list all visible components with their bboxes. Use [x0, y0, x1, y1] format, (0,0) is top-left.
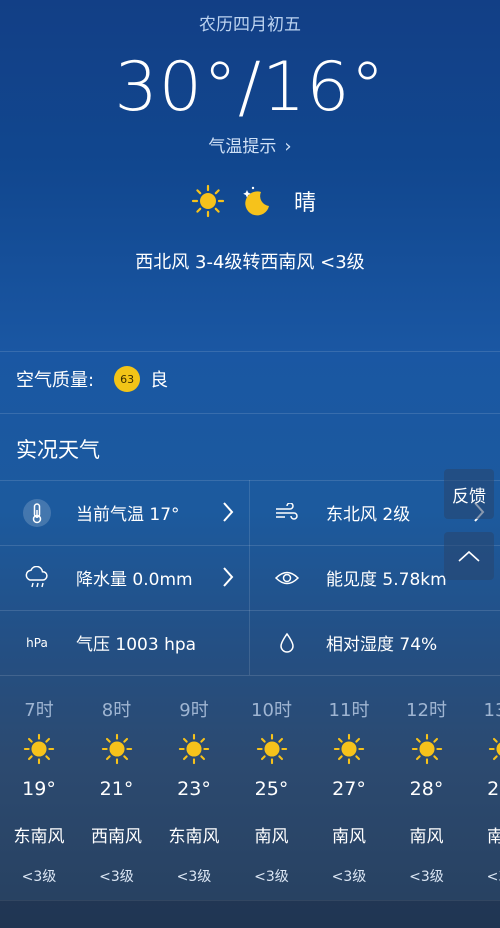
wind-icon	[272, 498, 302, 528]
hourly-item: 10时 25° 南风 <3级	[233, 690, 311, 890]
pressure-text: 气压 1003 hpa	[76, 635, 197, 655]
current-temp-text: 当前气温 17°	[76, 505, 180, 525]
eye-icon	[272, 563, 302, 593]
hour-label: 9时	[179, 700, 209, 721]
drop-icon	[272, 628, 302, 658]
hourly-item: 13时 29° 南风 <3级	[465, 690, 500, 890]
hour-wind-level: <3级	[486, 869, 500, 885]
feedback-button[interactable]: 反馈	[444, 469, 494, 519]
aqi-badge: 63	[114, 366, 141, 392]
thermometer-icon	[22, 498, 52, 528]
trend-chart-strip	[0, 900, 500, 928]
lunar-date: 农历四月初五	[199, 15, 301, 35]
hour-label: 10时	[251, 700, 292, 721]
current-temp-cell[interactable]: 当前气温 17°	[0, 480, 249, 545]
hour-wind-level: <3级	[176, 869, 212, 885]
hour-wind-direction: 南风	[254, 827, 289, 847]
visibility-text: 能见度 5.78km	[326, 570, 447, 590]
sun-icon	[488, 737, 500, 761]
divider	[0, 351, 500, 352]
hour-wind-direction: 东南风	[13, 827, 65, 847]
sun-icon	[178, 733, 210, 765]
hour-temperature: 29°	[487, 778, 500, 800]
sun-icon	[23, 733, 55, 765]
divider	[0, 413, 500, 414]
hourly-item: 8时 21° 西南风 <3级	[78, 690, 156, 890]
hour-wind-direction: 南风	[332, 827, 366, 847]
hour-temperature: 23°	[177, 778, 211, 800]
hour-label: 13时	[483, 700, 500, 721]
hour-wind-direction: 东南风	[168, 827, 220, 847]
wind-text: 东北风 2级	[326, 505, 411, 525]
divider	[0, 675, 500, 676]
hour-wind-direction: 南风	[409, 827, 444, 847]
chevron-right-icon	[223, 502, 234, 522]
hour-wind-level: <3级	[331, 869, 367, 885]
chevron-up-icon	[458, 550, 480, 562]
hour-label: 11时	[328, 700, 370, 721]
hour-wind-level: <3级	[254, 869, 289, 885]
precipitation-cell[interactable]: 降水量 0.0mm	[0, 545, 249, 610]
sun-icon	[411, 733, 442, 765]
chevron-right-icon: ›	[284, 136, 292, 157]
live-weather-title: 实况天气	[16, 438, 100, 462]
condition-row: 晴	[0, 184, 500, 218]
hourly-item: 9时 23° 东南风 <3级	[155, 690, 233, 890]
hour-temperature: 21°	[99, 778, 134, 800]
hour-temperature: 19°	[22, 778, 56, 800]
wind-forecast: 西北风 3-4级转西南风 <3级	[135, 252, 365, 273]
hour-wind-direction: 西南风	[91, 827, 142, 847]
hourly-item: 11时 27° 南风 <3级	[310, 690, 388, 890]
sun-icon	[333, 733, 365, 765]
air-quality-level: 良	[150, 370, 169, 391]
humidity-text: 相对湿度 74%	[326, 635, 438, 655]
back-to-top-button[interactable]	[444, 532, 494, 580]
weather-screen: 农历四月初五 30°/16° 气温提示 › 晴 西北风 3-4级转西南风 <3级 …	[0, 0, 500, 928]
chevron-right-icon	[223, 567, 234, 587]
precipitation-text: 降水量 0.0mm	[76, 570, 193, 590]
temperature-tip-label: 气温提示	[208, 137, 277, 157]
condition-label: 晴	[293, 191, 316, 216]
hour-temperature: 25°	[254, 778, 289, 800]
rain-cloud-icon	[22, 563, 52, 593]
hour-wind-level: <3级	[21, 869, 57, 885]
humidity-cell: 相对湿度 74%	[250, 610, 500, 675]
hour-label: 12时	[406, 700, 447, 721]
hourly-item: 12时 28° 南风 <3级	[388, 690, 466, 890]
live-weather-grid: 当前气温 17° 东北风 2级 降水量 0.0mm 能见度 5.78km hPa…	[0, 480, 500, 675]
pressure-icon: hPa	[22, 628, 52, 658]
temperature-tip-link[interactable]: 气温提示 ›	[0, 132, 500, 157]
hour-wind-direction: 南风	[487, 827, 500, 847]
pressure-icon-label: hPa	[26, 635, 48, 650]
hour-wind-level: <3级	[99, 869, 134, 885]
hour-temperature: 28°	[409, 778, 444, 800]
sun-icon	[191, 184, 225, 218]
hour-label: 8时	[101, 700, 132, 721]
sun-icon	[256, 733, 287, 765]
air-quality-row[interactable]: 空气质量: 63 良	[16, 366, 168, 392]
hourly-item: 7时 19° 东南风 <3级	[0, 690, 78, 890]
air-quality-label: 空气质量:	[16, 370, 95, 391]
pressure-cell: hPa 气压 1003 hpa	[0, 610, 249, 675]
moon-stars-icon	[243, 186, 269, 216]
sun-icon	[101, 733, 132, 765]
hour-wind-level: <3级	[409, 869, 444, 885]
hour-temperature: 27°	[332, 778, 366, 800]
hour-label: 7时	[24, 700, 54, 721]
temperature-range: 30°/16°	[114, 48, 386, 127]
